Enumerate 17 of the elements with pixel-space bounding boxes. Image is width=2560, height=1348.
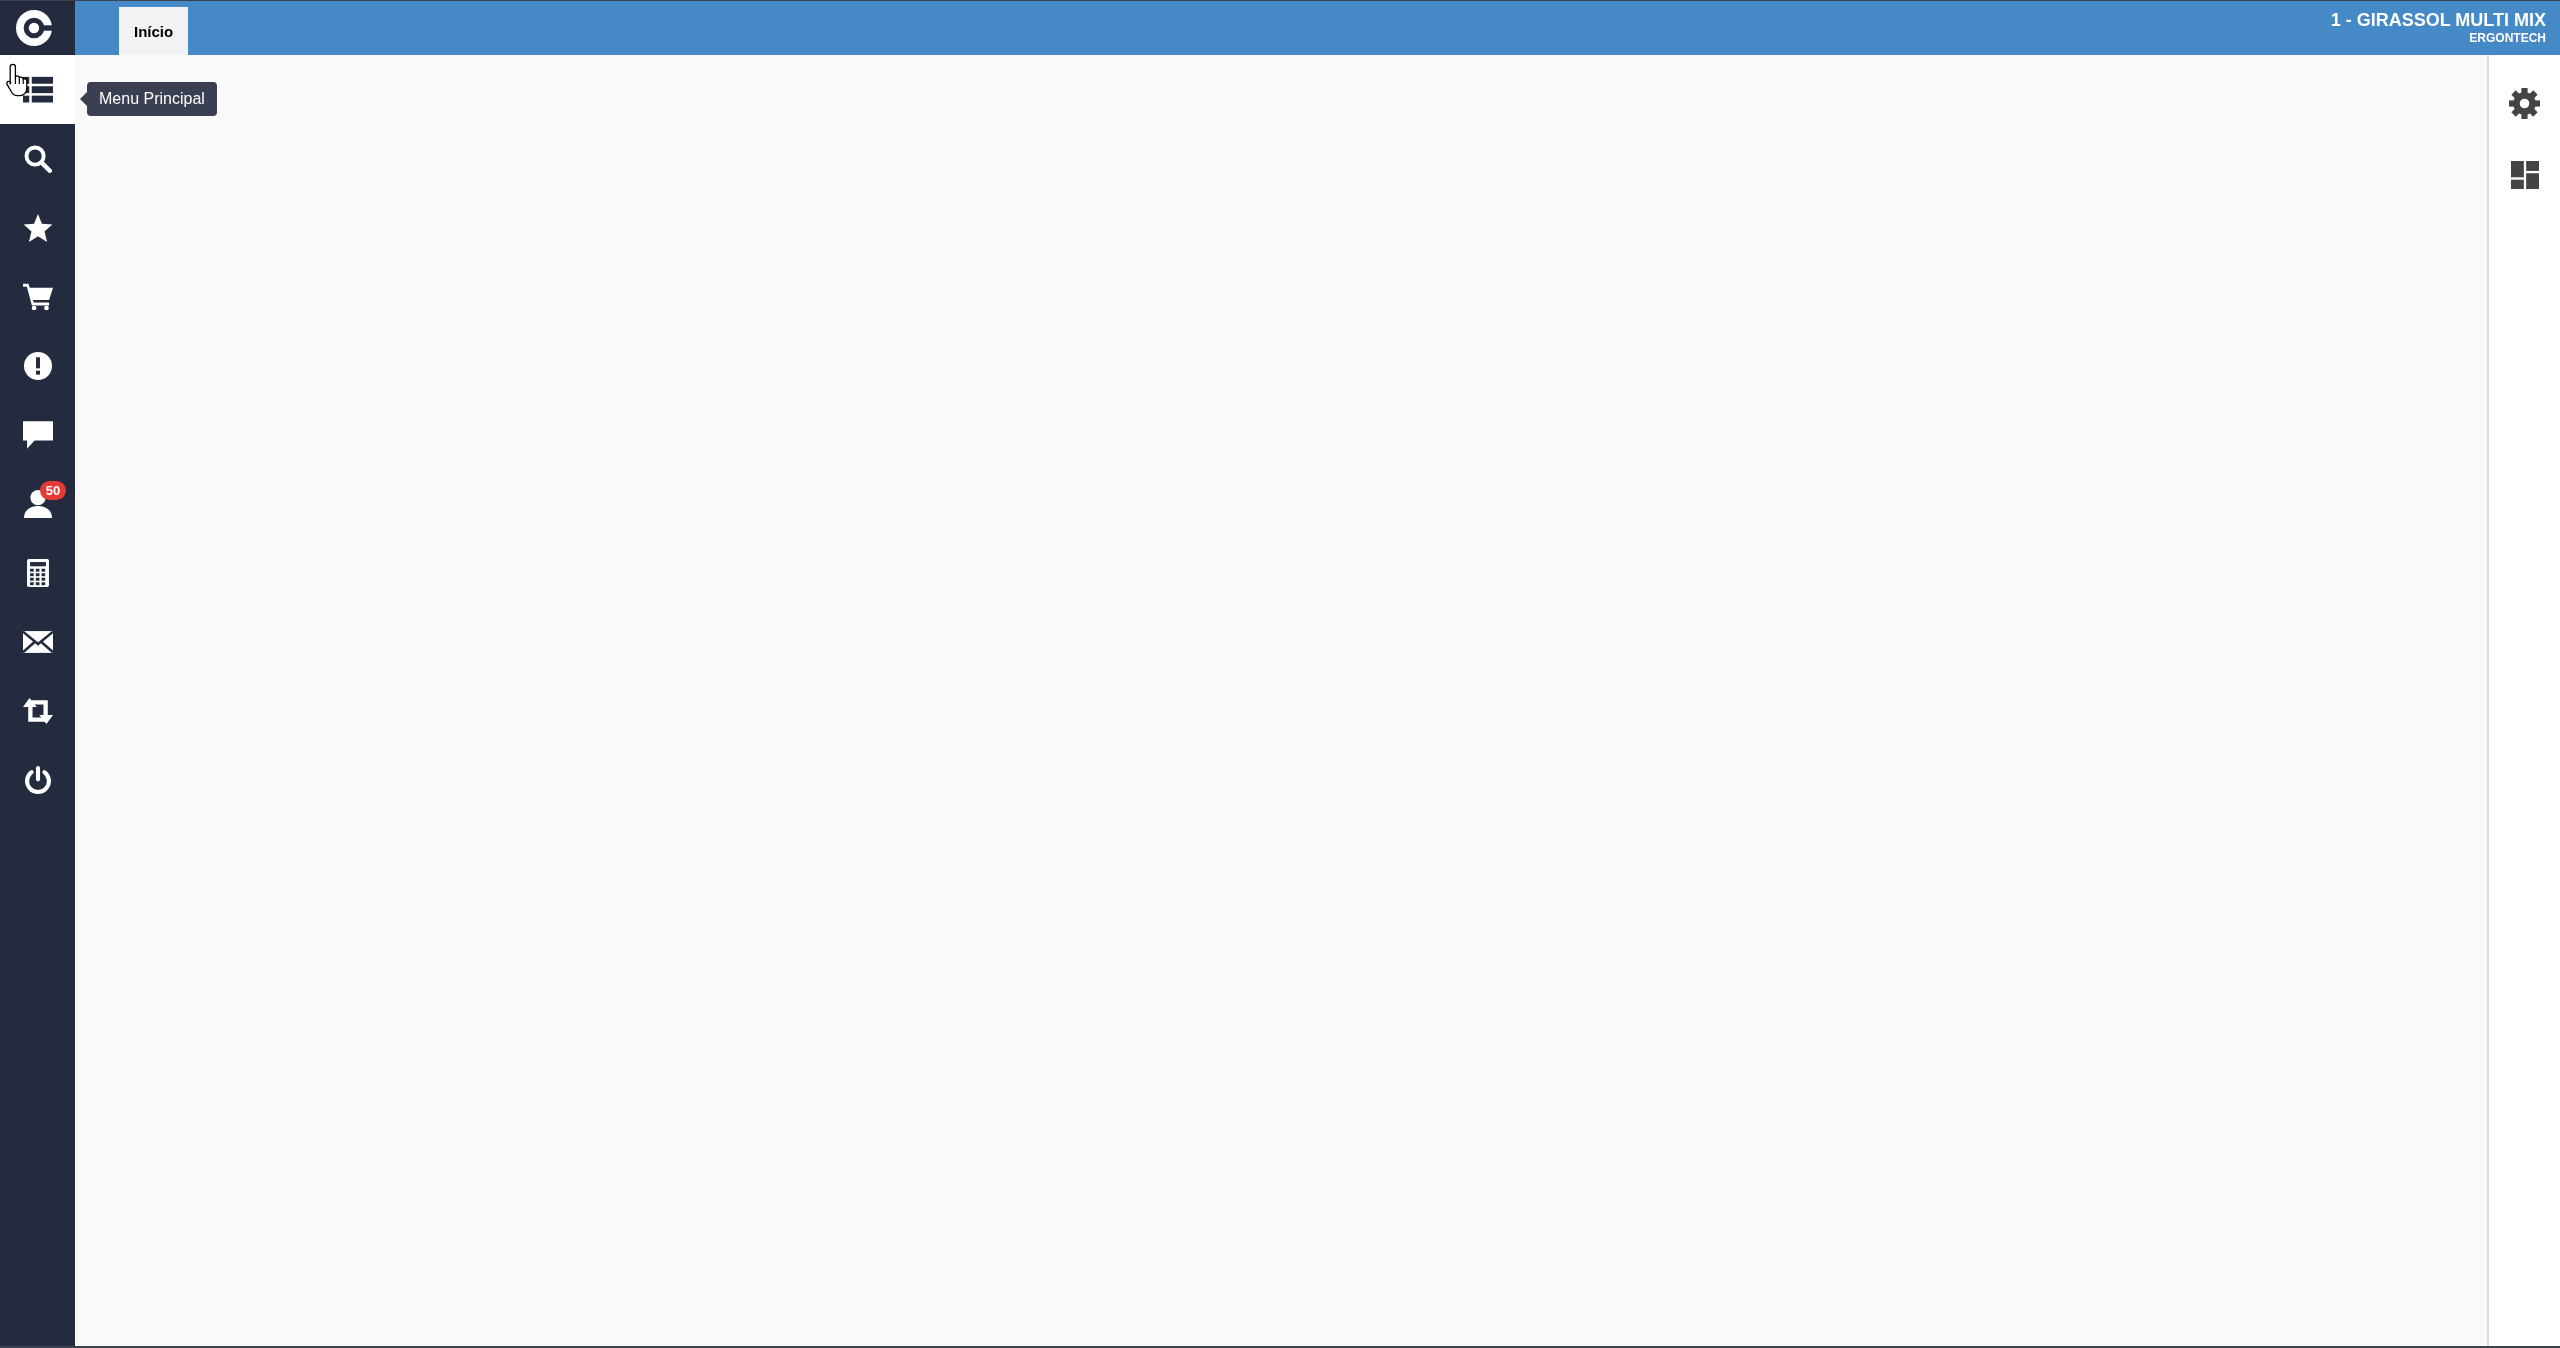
company-subtitle: ERGONTECH [2469, 31, 2546, 46]
exclamation-icon [22, 351, 53, 380]
count-badge: 50 [40, 481, 66, 500]
tooltip: Menu Principal [80, 82, 217, 116]
swap-arrows-icon [22, 696, 53, 725]
menu-button[interactable] [0, 55, 75, 124]
settings-icon [2509, 87, 2540, 119]
cart-icon [22, 282, 53, 311]
tab[interactable]: Início [119, 7, 189, 55]
list-icon [22, 75, 53, 104]
company-name: 1 - GIRASSOL MULTI MIX [2330, 10, 2546, 31]
star-icon [22, 213, 53, 242]
logo-icon [15, 10, 52, 46]
search-icon [22, 144, 53, 173]
tiles-icon [2510, 161, 2539, 189]
power-icon [22, 765, 53, 794]
speech-bubble-icon [22, 420, 53, 449]
